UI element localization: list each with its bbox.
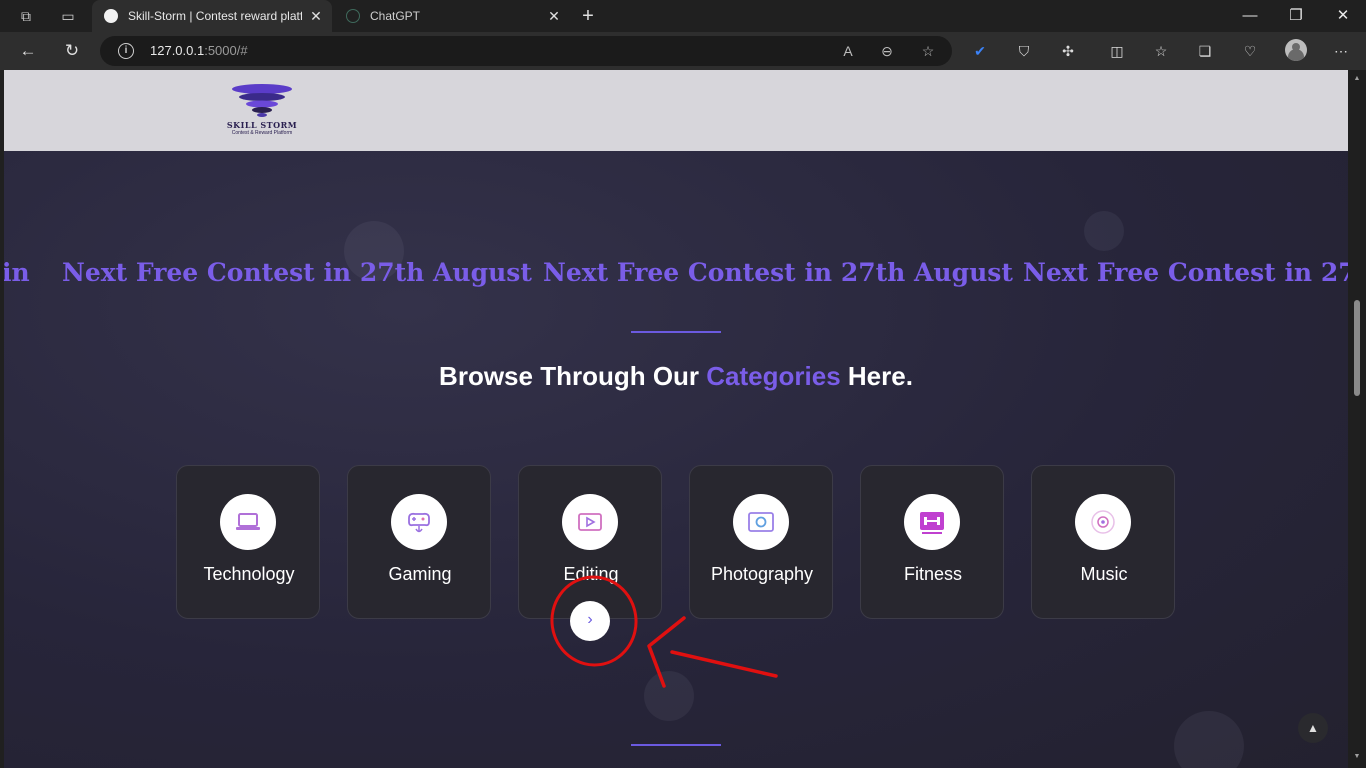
browser-essentials-icon[interactable]: ♡ [1240,41,1260,61]
background-sparkle [1174,711,1244,768]
category-icon-circle [562,494,618,550]
gamepad-icon [408,512,430,533]
background-sparkle [1084,211,1124,251]
read-aloud-icon[interactable]: A [838,41,858,61]
category-label: Technology [203,564,295,584]
category-card-gaming[interactable]: Gaming [347,465,491,619]
address-bar[interactable]: i 127.0.0.1:5000/# A ⊖ ☆ [100,36,952,66]
marquee-item: Next Free Contest in 27th August [62,258,532,287]
category-icon-circle [733,494,789,550]
category-label: Fitness [903,564,963,584]
collections-icon[interactable]: ❏ [1195,41,1215,61]
category-icon-circle [391,494,447,550]
category-label: Music [1080,564,1128,584]
tab-chatgpt[interactable]: ChatGPT ✕ [334,0,570,32]
skill-storm-logo[interactable]: SKILL STORM Contest & Reward Platform [212,80,312,140]
category-icon-circle [904,494,960,550]
page-viewport: SKILL STORM Contest & Reward Platform in… [4,70,1348,768]
tab-skill-storm[interactable]: Skill-Storm | Contest reward platf ✕ [92,0,332,32]
restore-button[interactable]: ❐ [1284,4,1308,28]
categories-heading: Browse Through Our Categories Here. [439,361,913,391]
favorite-star-icon[interactable]: ☆ [918,41,938,61]
category-card-technology[interactable]: Technology [176,465,320,619]
hero-section: in Next Free Contest in 27th August Next… [4,151,1348,768]
site-info-icon[interactable]: i [118,43,134,59]
close-tab-icon[interactable]: ✕ [308,8,324,24]
background-sparkle [644,671,694,721]
logo-tagline: Contest & Reward Platform [231,130,293,136]
zoom-icon[interactable]: ⊖ [877,41,897,61]
chatgpt-favicon-icon [346,9,360,23]
section-divider [631,331,721,333]
category-icon-circle [1075,494,1131,550]
category-label: Gaming [388,564,452,584]
camera-icon [748,512,774,532]
minimize-button[interactable]: — [1238,4,1262,28]
profile-avatar[interactable] [1285,39,1307,61]
video-play-icon [578,513,602,531]
tab-title: ChatGPT [370,9,421,23]
more-menu-icon[interactable]: ⋯ [1331,41,1351,61]
category-label: Photography [710,564,814,584]
close-window-button[interactable]: ✕ [1331,4,1355,28]
category-label: Editing [563,564,619,584]
close-tab-icon[interactable]: ✕ [546,8,562,24]
url-text: 127.0.0.1:5000/# [150,43,248,58]
category-card-fitness[interactable]: Fitness [860,465,1004,619]
back-to-top-button[interactable]: ▲ [1298,713,1328,743]
browser-toolbar: ← ↻ i 127.0.0.1:5000/# A ⊖ ☆ ✔ ⛉ ✣ ◫ ☆ ❏… [0,32,1366,70]
disc-icon [1091,510,1115,534]
carousel-next-button[interactable]: › [570,601,610,641]
tornado-logo-icon [232,84,292,117]
tab-title: Skill-Storm | Contest reward platf [128,9,302,23]
tab-actions-icon[interactable]: ▭ [58,6,78,26]
category-card-music[interactable]: Music [1031,465,1175,619]
marquee-item: Next Free Contest in 27th [1023,258,1348,287]
browser-tab-bar: ⧉ ▭ Skill-Storm | Contest reward platf ✕… [0,0,1366,32]
scrollbar-thumb[interactable] [1354,300,1360,396]
marquee-item: Next Free Contest in 27th August [543,258,1013,287]
marquee-item: in [4,258,30,287]
extensions-puzzle-icon[interactable]: ✣ [1058,41,1078,61]
category-icon-circle [220,494,276,550]
scroll-up-arrow-icon[interactable]: ▲ [1352,74,1362,84]
skill-storm-favicon-icon [104,9,118,23]
contest-marquee: in Next Free Contest in 27th August Next… [4,253,1348,293]
workspaces-icon[interactable]: ⧉ [16,6,36,26]
back-arrow-icon[interactable]: ← [17,40,39,62]
refresh-icon[interactable]: ↻ [61,40,83,62]
section-divider [631,744,721,746]
shield-icon[interactable]: ⛉ [1014,41,1034,61]
new-tab-button[interactable]: + [578,5,598,27]
favorites-icon[interactable]: ☆ [1151,41,1171,61]
extension-check-icon[interactable]: ✔ [970,41,990,61]
category-card-editing[interactable]: Editing [518,465,662,619]
dumbbell-icon [920,512,944,534]
site-header: SKILL STORM Contest & Reward Platform [4,70,1348,151]
split-screen-icon[interactable]: ◫ [1107,41,1127,61]
laptop-icon [236,513,260,530]
category-card-photography[interactable]: Photography [689,465,833,619]
page-scrollbar[interactable]: ▲ ▼ [1348,70,1366,768]
scroll-down-arrow-icon[interactable]: ▼ [1352,752,1362,762]
logo-name: SKILL STORM [226,120,298,130]
